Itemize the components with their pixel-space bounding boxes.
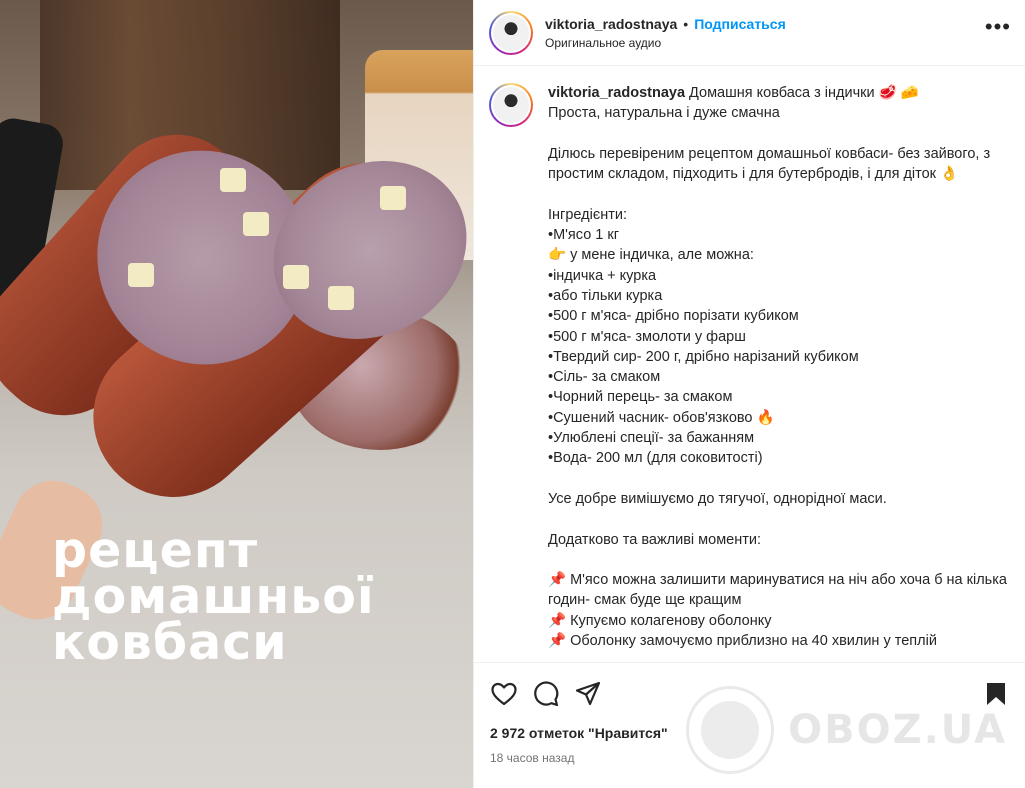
- more-options-icon[interactable]: •••: [985, 16, 1011, 38]
- cheese-cube: [328, 286, 354, 310]
- comment-icon[interactable]: [532, 680, 560, 708]
- avatar-image: [491, 12, 531, 53]
- caption-avatar[interactable]: [489, 83, 533, 127]
- username-link[interactable]: viktoria_radostnaya: [545, 16, 677, 32]
- header-info: viktoria_radostnaya • Подписаться Оригин…: [545, 16, 786, 50]
- heart-icon[interactable]: [490, 680, 518, 708]
- caption-text: viktoria_radostnaya Домашня ковбаса з ін…: [548, 83, 1010, 651]
- caption-area[interactable]: viktoria_radostnaya Домашня ковбаса з ін…: [474, 67, 1025, 662]
- post-panel: viktoria_radostnaya • Подписаться Оригин…: [473, 0, 1025, 788]
- header-row: viktoria_radostnaya • Подписаться: [545, 16, 786, 32]
- globe-logo-icon: [686, 686, 775, 774]
- share-icon[interactable]: [574, 680, 602, 708]
- separator-dot: •: [683, 15, 689, 32]
- cheese-cube: [283, 265, 309, 289]
- watermark-text: OBOZ.UA: [788, 707, 1007, 753]
- caption-body: Домашня ковбаса з індички 🥩 🧀 Проста, на…: [548, 85, 1007, 650]
- watermark: OBOZ.UA: [686, 686, 1007, 774]
- avatar[interactable]: [489, 10, 533, 55]
- overlay-line: ковбаси: [52, 614, 288, 671]
- cheese-cube: [380, 186, 406, 210]
- avatar-image: [491, 85, 531, 125]
- caption-username[interactable]: viktoria_radostnaya: [548, 85, 685, 101]
- post-media[interactable]: рецепт домашньої ковбаси: [0, 0, 473, 788]
- media-overlay-text: рецепт домашньої ковбаси: [52, 526, 375, 671]
- caption: viktoria_radostnaya Домашня ковбаса з ін…: [489, 83, 1010, 651]
- post-header: viktoria_radostnaya • Подписаться Оригин…: [474, 0, 1025, 66]
- audio-link[interactable]: Оригинальное аудио: [545, 36, 786, 50]
- follow-button[interactable]: Подписаться: [694, 16, 786, 32]
